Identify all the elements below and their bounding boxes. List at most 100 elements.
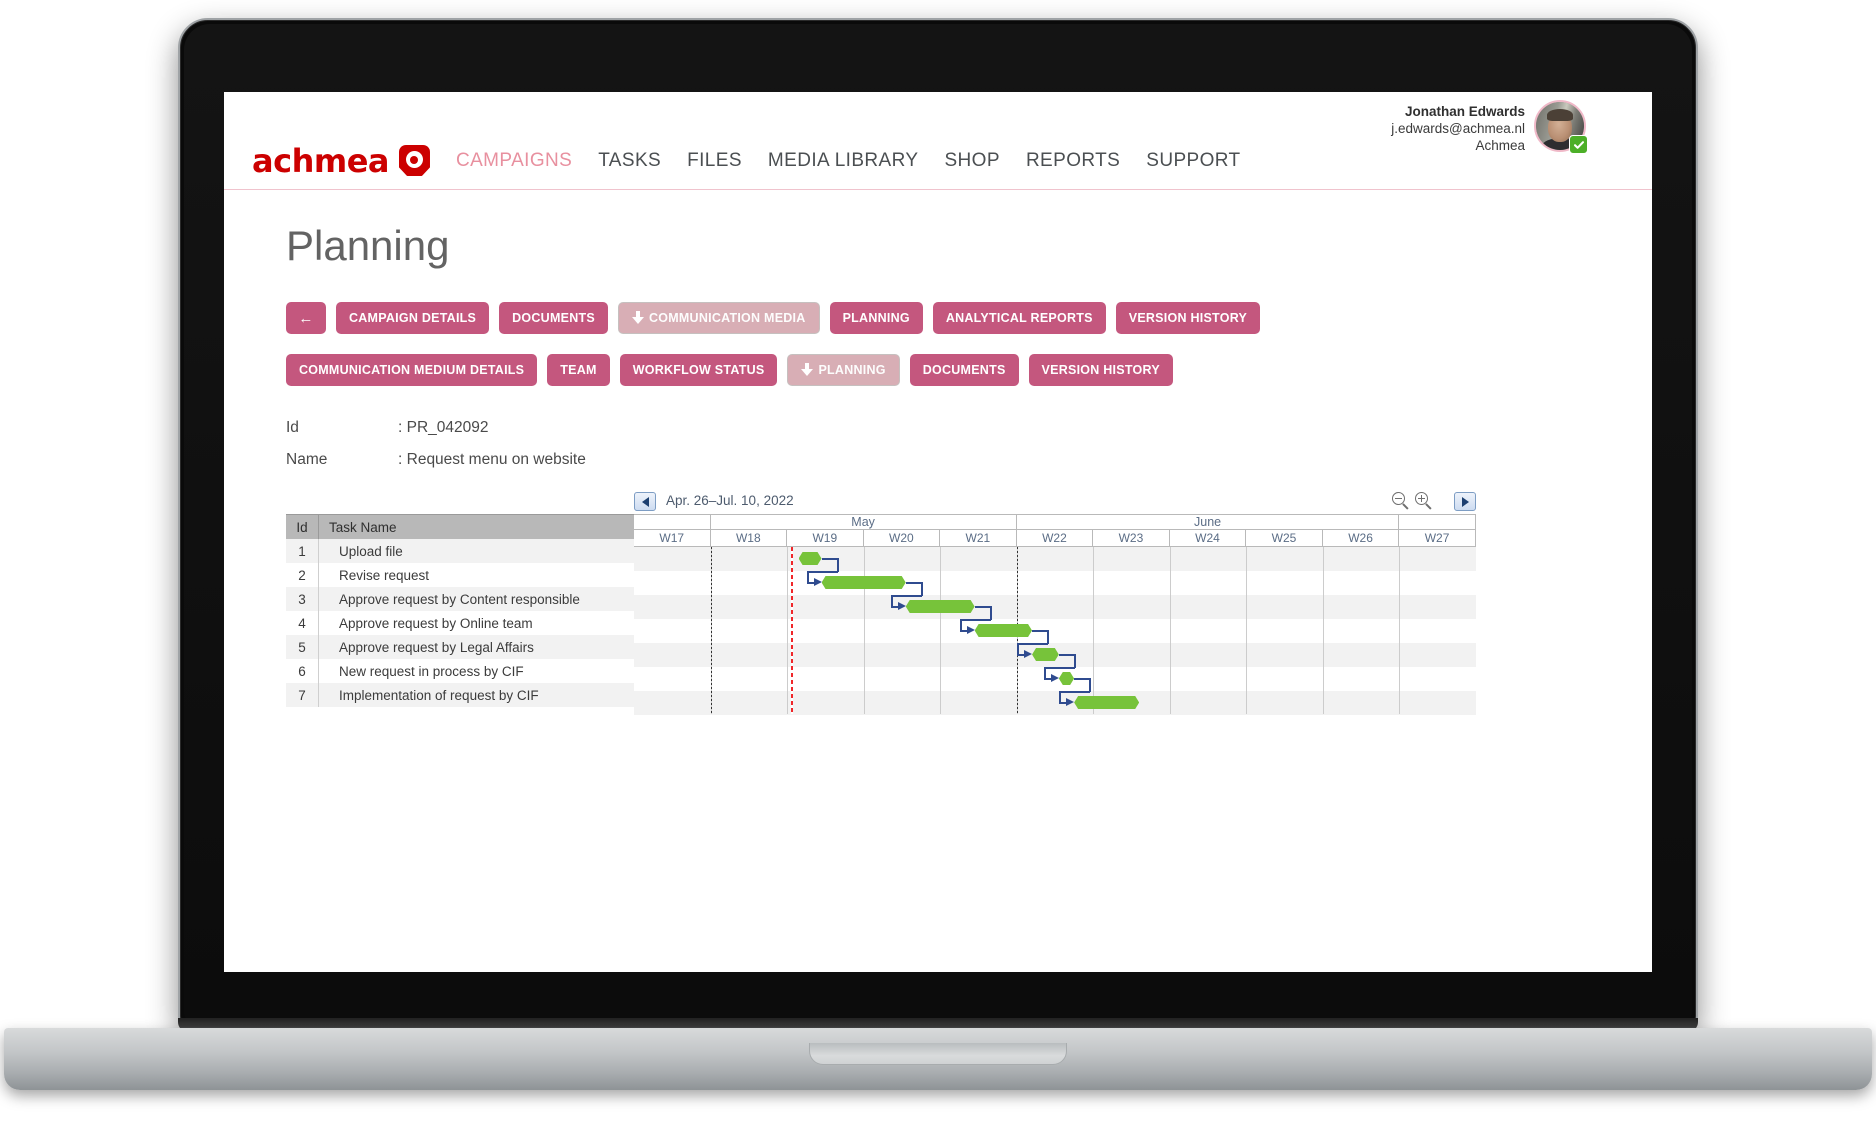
table-row[interactable]: 4 Approve request by Online team (286, 611, 634, 635)
dependency-arrow-icon (1024, 650, 1033, 658)
meta-sep-name: : (398, 451, 403, 468)
tab-workflow-status[interactable]: WORKFLOW STATUS (619, 354, 778, 386)
dependency-arrow-icon (897, 602, 906, 610)
nav-item-shop[interactable]: SHOP (944, 150, 999, 172)
gantt-toolbar: Apr. 26–Jul. 10, 2022 (634, 492, 1476, 514)
timeline-week-row: W17 W18 W19 W20 W21 W22 W23 W24 W25 W26 W27 (634, 530, 1476, 547)
back-button[interactable]: ← (286, 302, 326, 334)
meta-value-name: : Request menu on website (398, 451, 586, 469)
task-id: 4 (298, 615, 306, 631)
dependency-link (1074, 677, 1091, 680)
nav-links: CAMPAIGNS TASKS FILES MEDIA LIBRARY SHOP… (456, 150, 1241, 172)
achmea-logo-mark-icon (398, 145, 430, 176)
task-id: 2 (298, 567, 306, 583)
tab-documents-secondary[interactable]: DOCUMENTS (909, 354, 1019, 386)
gantt-bar[interactable] (975, 624, 1032, 637)
brand-wordmark: achmea (252, 141, 389, 180)
dependency-link (1047, 629, 1050, 644)
meta-sep-id: : (398, 419, 403, 436)
tab-planning-primary[interactable]: PLANNING (829, 302, 923, 334)
timeline-month-cell: May (711, 515, 1017, 529)
application-viewport: Jonathan Edwards j.edwards@achmea.nl Ach… (224, 92, 1652, 972)
table-row[interactable]: 6 New request in process by CIF (286, 659, 634, 683)
tabbar-secondary: COMMUNICATION MEDIUM DETAILS TEAM WORKFL… (286, 354, 1173, 386)
gantt-bar[interactable] (799, 552, 822, 565)
tab-communication-medium-details[interactable]: COMMUNICATION MEDIUM DETAILS (286, 354, 538, 386)
tab-version-history-primary[interactable]: VERSION HISTORY (1115, 302, 1261, 334)
timeline-month-cell (1399, 515, 1476, 529)
dependency-link (989, 605, 992, 620)
dependency-link (974, 605, 991, 608)
nav-item-media-library[interactable]: MEDIA LIBRARY (768, 150, 919, 172)
tab-campaign-details[interactable]: CAMPAIGN DETAILS (336, 302, 490, 334)
dependency-link (1089, 677, 1092, 692)
tab-planning-secondary[interactable]: PLANNING (787, 354, 900, 386)
gantt-row[interactable] (634, 571, 1476, 595)
gantt-range-label: Apr. 26–Jul. 10, 2022 (666, 493, 794, 508)
dependency-link (821, 557, 838, 560)
arrow-down-icon (801, 363, 814, 377)
dependency-link (836, 557, 839, 572)
nav-item-support[interactable]: SUPPORT (1146, 150, 1240, 172)
chevron-right-icon[interactable] (1454, 492, 1476, 511)
tab-version-history-secondary[interactable]: VERSION HISTORY (1028, 354, 1173, 386)
gantt-gridline (863, 547, 865, 714)
task-id: 1 (298, 543, 306, 559)
gantt-row[interactable] (634, 547, 1476, 571)
nav-item-reports[interactable]: REPORTS (1026, 150, 1120, 172)
timeline-week-cell: W23 (1093, 530, 1170, 546)
gantt-month-boundary (710, 547, 712, 714)
dependency-arrow-icon (1050, 674, 1059, 682)
gantt-gridline (1093, 547, 1095, 714)
table-row[interactable]: 3 Approve request by Content responsible (286, 587, 634, 611)
gantt-row[interactable] (634, 595, 1476, 619)
dependency-link (960, 618, 991, 621)
gantt-row[interactable] (634, 691, 1476, 715)
table-row[interactable]: 5 Approve request by Legal Affairs (286, 635, 634, 659)
tab-team[interactable]: TEAM (547, 354, 610, 386)
timeline-week-cell: W22 (1017, 530, 1094, 546)
timeline-week-cell: W27 (1399, 530, 1476, 546)
task-name: Implementation of request by CIF (318, 683, 634, 707)
meta-value-id: : PR_042092 (398, 419, 489, 437)
gantt-bar[interactable] (906, 600, 975, 613)
gantt-gridline (1322, 547, 1324, 714)
dependency-link (1018, 642, 1049, 645)
dependency-link (807, 570, 838, 573)
user-name: Jonathan Edwards (1404, 104, 1525, 119)
nav-item-tasks[interactable]: TASKS (598, 150, 661, 172)
tab-documents[interactable]: DOCUMENTS (499, 302, 608, 334)
gantt-row[interactable] (634, 619, 1476, 643)
dependency-arrow-icon (966, 626, 975, 634)
gantt-bar[interactable] (1074, 696, 1139, 709)
timeline-week-cell: W19 (787, 530, 864, 546)
task-name: Approve request by Legal Affairs (318, 635, 634, 659)
tab-communication-media[interactable]: COMMUNICATION MEDIA (617, 302, 820, 334)
task-table: Id Task Name 1 Upload file 2 Revise request… (286, 514, 634, 707)
task-rows: 1 Upload file 2 Revise request 3 Approve requ… (286, 539, 634, 707)
table-row[interactable]: 7 Implementation of request by CIF (286, 683, 634, 707)
table-row[interactable]: 1 Upload file (286, 539, 634, 563)
nav-item-files[interactable]: FILES (687, 150, 742, 172)
dependency-link (1060, 690, 1091, 693)
nav-item-campaigns[interactable]: CAMPAIGNS (456, 150, 572, 172)
tab-communication-media-label: COMMUNICATION MEDIA (648, 311, 806, 325)
tab-analytical-reports[interactable]: ANALYTICAL REPORTS (932, 302, 1106, 334)
gantt-bar[interactable] (822, 576, 906, 589)
zoom-out-icon[interactable] (1392, 492, 1409, 510)
column-header-id: Id (296, 519, 308, 535)
meta-label-id: Id (286, 419, 299, 436)
main-navigation: achmea CAMPAIGNS TASKS FILES MEDIA LIBRA… (224, 132, 1652, 190)
brand-logo[interactable]: achmea (252, 145, 430, 177)
chevron-left-icon[interactable] (634, 492, 656, 511)
timeline-week-cell: W20 (864, 530, 941, 546)
dependency-link (1032, 629, 1049, 632)
gantt-gridline (1246, 547, 1248, 714)
zoom-in-icon[interactable] (1415, 492, 1432, 510)
column-header-task-name: Task Name (318, 515, 634, 539)
gantt-bar[interactable] (1032, 648, 1059, 661)
dependency-link (920, 581, 923, 596)
task-name: Approve request by Online team (318, 611, 634, 635)
timeline-week-cell: W18 (711, 530, 788, 546)
table-row[interactable]: 2 Revise request (286, 563, 634, 587)
